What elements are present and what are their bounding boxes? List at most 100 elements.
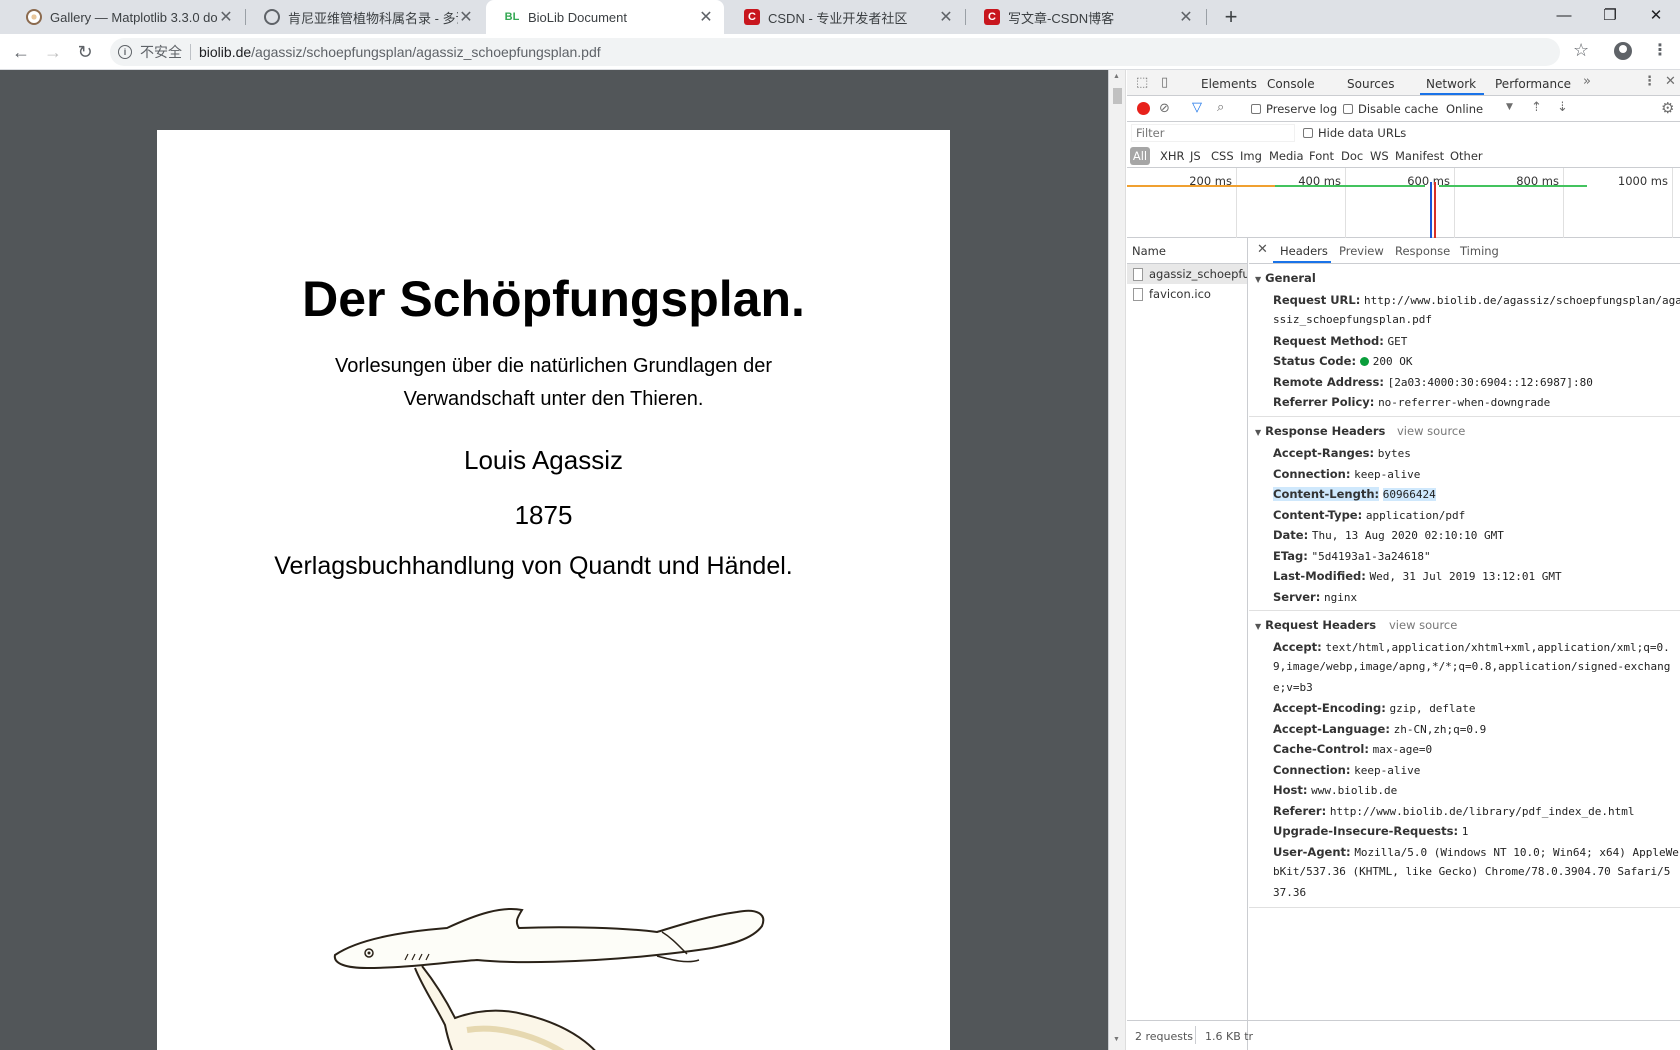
type-js[interactable]: JS: [1190, 149, 1201, 163]
import-har-icon[interactable]: ⇡: [1531, 100, 1542, 115]
tab-console[interactable]: Console: [1267, 77, 1315, 91]
network-overview-timeline[interactable]: 200 ms 400 ms 600 ms 800 ms 1000 ms: [1127, 168, 1680, 238]
header-key: Accept-Encoding:: [1273, 701, 1386, 715]
type-font[interactable]: Font: [1309, 149, 1334, 163]
tab-title: Gallery — Matplotlib 3.3.0 doc: [50, 9, 218, 25]
more-tabs-icon[interactable]: »: [1583, 74, 1591, 89]
filter-icon[interactable]: ▽: [1192, 100, 1202, 115]
general-section-header[interactable]: ▼ General: [1255, 271, 1316, 285]
tab-matplotlib[interactable]: Gallery — Matplotlib 3.3.0 doc ✕: [8, 0, 244, 34]
tab-separator: [1206, 9, 1207, 25]
view-source-link[interactable]: view source: [1389, 618, 1457, 632]
type-xhr[interactable]: XHR: [1160, 149, 1185, 163]
new-tab-button[interactable]: +: [1218, 4, 1244, 30]
close-icon[interactable]: ✕: [458, 7, 474, 27]
type-other[interactable]: Other: [1450, 149, 1483, 163]
profile-icon[interactable]: [1614, 42, 1632, 60]
header-value: nginx: [1323, 591, 1358, 604]
response-headers-section-header[interactable]: ▼ Response Headers: [1255, 424, 1385, 438]
type-media[interactable]: Media: [1269, 149, 1304, 163]
disable-cache-checkbox[interactable]: [1343, 104, 1353, 114]
kebab-menu-icon[interactable]: ⋮: [1652, 40, 1668, 60]
scrollbar-thumb[interactable]: [1113, 88, 1122, 104]
tab-response[interactable]: Response: [1395, 244, 1450, 258]
grid-line: [1454, 168, 1455, 238]
header-value: 1: [1461, 825, 1469, 838]
close-icon[interactable]: ✕: [218, 7, 234, 27]
devtools-main: ⬚ ▯ Elements Console Sources Network Per…: [1127, 70, 1680, 1050]
forward-button[interactable]: →: [40, 39, 66, 65]
disable-cache-label: Disable cache: [1358, 102, 1439, 116]
info-icon[interactable]: i: [118, 45, 132, 59]
header-request-url: Request URL: http://www.biolib.de/agassi…: [1273, 290, 1680, 312]
preserve-log-checkbox[interactable]: [1251, 104, 1261, 114]
request-row[interactable]: favicon.ico: [1127, 284, 1247, 304]
tab-network[interactable]: Network: [1426, 77, 1476, 91]
clear-icon[interactable]: ⊘: [1159, 101, 1170, 116]
close-window-button[interactable]: ✕: [1633, 0, 1679, 30]
request-header-row: Upgrade-Insecure-Requests: 1: [1273, 821, 1677, 843]
address-bar[interactable]: i 不安全 biolib.de/agassiz/schoepfungsplan/…: [110, 38, 1560, 66]
request-row[interactable]: agassiz_schoepfu…: [1127, 264, 1247, 284]
maximize-button[interactable]: ❐: [1587, 0, 1633, 30]
request-headers-section-header[interactable]: ▼ Request Headers: [1255, 618, 1376, 632]
pdf-scrollbar[interactable]: ▲ ▼: [1109, 70, 1126, 1050]
tab-timing[interactable]: Timing: [1460, 244, 1499, 258]
request-header-row: Host: www.biolib.de: [1273, 780, 1677, 802]
header-key: Referrer Policy:: [1273, 395, 1375, 409]
type-all[interactable]: All: [1130, 147, 1150, 165]
close-icon[interactable]: ✕: [1178, 7, 1194, 27]
header-value: [2a03:4000:30:6904::12:6987]:80: [1387, 376, 1593, 389]
response-header-row: Last-Modified: Wed, 31 Jul 2019 13:12:01…: [1273, 566, 1677, 588]
type-doc[interactable]: Doc: [1341, 149, 1363, 163]
download-bar: [1439, 185, 1587, 187]
security-label[interactable]: 不安全: [140, 42, 182, 62]
devtools-menu-icon[interactable]: ⋮: [1643, 74, 1656, 89]
back-button[interactable]: ←: [8, 39, 34, 65]
tab-elements[interactable]: Elements: [1201, 77, 1257, 91]
minimize-button[interactable]: —: [1541, 0, 1587, 30]
tab-csdn-write[interactable]: C 写文章-CSDN博客 ✕: [966, 0, 1204, 34]
type-img[interactable]: Img: [1240, 149, 1262, 163]
close-icon[interactable]: ✕: [698, 7, 714, 27]
name-column-header[interactable]: Name: [1127, 238, 1247, 264]
inspect-element-icon[interactable]: ⬚: [1136, 75, 1148, 90]
type-ws[interactable]: WS: [1370, 149, 1389, 163]
scroll-up-icon[interactable]: ▲: [1113, 73, 1120, 80]
triangle-down-icon: ▼: [1255, 622, 1262, 631]
filter-input[interactable]: [1131, 124, 1295, 142]
search-icon[interactable]: ⌕: [1217, 100, 1224, 115]
request-name: favicon.ico: [1149, 287, 1211, 301]
export-har-icon[interactable]: ⇣: [1557, 100, 1568, 115]
close-detail-icon[interactable]: ✕: [1257, 242, 1268, 257]
hide-data-urls-label: Hide data URLs: [1318, 126, 1407, 140]
tab-sources[interactable]: Sources: [1347, 77, 1394, 91]
matplotlib-icon: [26, 9, 42, 25]
chevron-down-icon[interactable]: ▼: [1506, 102, 1513, 112]
tab-csdn[interactable]: C CSDN - 专业开发者社区 ✕: [726, 0, 964, 34]
tab-kenya-plants[interactable]: 肯尼亚维管植物科属名录 - 多识 ✕: [246, 0, 484, 34]
tab-performance[interactable]: Performance: [1495, 77, 1571, 91]
pdf-viewer[interactable]: Der Schöpfungsplan. Vorlesungen über die…: [0, 70, 1108, 1050]
view-source-link[interactable]: view source: [1397, 424, 1465, 438]
scroll-down-icon[interactable]: ▼: [1113, 1036, 1120, 1043]
bookmark-star-icon[interactable]: ☆: [1573, 40, 1589, 61]
record-icon[interactable]: [1137, 102, 1150, 115]
device-toolbar-icon[interactable]: ▯: [1161, 75, 1168, 90]
header-value: max-age=0: [1372, 743, 1433, 756]
tab-headers[interactable]: Headers: [1280, 244, 1328, 258]
close-devtools-icon[interactable]: ✕: [1665, 74, 1676, 89]
biolib-icon: BL: [504, 11, 520, 23]
throttling-select[interactable]: Online: [1446, 102, 1483, 116]
reload-button[interactable]: ↻: [72, 39, 98, 65]
type-css[interactable]: CSS: [1211, 149, 1234, 163]
tab-preview[interactable]: Preview: [1339, 244, 1384, 258]
tab-biolib[interactable]: BL BioLib Document ✕: [486, 0, 724, 34]
gear-icon[interactable]: ⚙: [1661, 99, 1674, 117]
section-title: Response Headers: [1265, 424, 1386, 438]
detail-tabbar: ✕ Headers Preview Response Timing: [1249, 238, 1680, 264]
type-manifest[interactable]: Manifest: [1395, 149, 1444, 163]
header-value-continuation: ssiz_schoepfungsplan.pdf: [1273, 313, 1432, 326]
close-icon[interactable]: ✕: [938, 7, 954, 27]
hide-data-urls-checkbox[interactable]: [1303, 128, 1313, 138]
